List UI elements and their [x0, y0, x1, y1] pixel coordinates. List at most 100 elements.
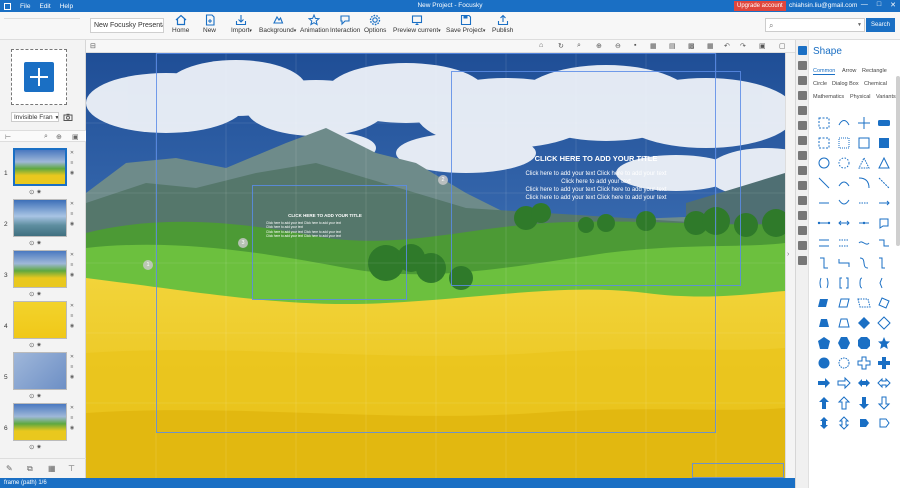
shape-item[interactable]: [837, 356, 851, 370]
shape-item[interactable]: [857, 296, 871, 310]
preview-current-button[interactable]: Preview current▾: [393, 14, 441, 34]
small-title-text[interactable]: CLICK HERE TO ADD YOUR TITLE: [266, 213, 384, 218]
shape-item[interactable]: [877, 176, 891, 190]
layers-panel-icon[interactable]: [798, 241, 807, 250]
menu-icon[interactable]: ≡: [68, 311, 76, 321]
zoom-out-icon[interactable]: ⊖: [615, 42, 621, 50]
shape-item[interactable]: [837, 296, 851, 310]
frame-3-outline[interactable]: [252, 185, 407, 300]
import-button[interactable]: Import▾: [231, 14, 252, 34]
text-icon[interactable]: [798, 76, 807, 85]
menu-icon[interactable]: ≡: [68, 209, 76, 219]
minimize-button[interactable]: —: [861, 1, 868, 9]
frame-thumbnail[interactable]: [13, 352, 67, 390]
layers-icon[interactable]: ⊟: [90, 42, 96, 50]
frame-thumbnail-row[interactable]: 2 ⊙ ✷ ✕ ≡ ◉: [0, 199, 86, 249]
shape-item[interactable]: [857, 116, 871, 130]
eye-icon[interactable]: ◉: [68, 270, 76, 280]
shape-item[interactable]: [817, 196, 831, 210]
frame-type-select[interactable]: Invisible Fran ▼: [11, 112, 59, 122]
frame-thumbnail[interactable]: [13, 250, 67, 288]
close-icon[interactable]: ✕: [68, 352, 76, 362]
frame-order-icon[interactable]: ⧉: [27, 464, 33, 474]
home-button[interactable]: Home: [172, 14, 189, 34]
frame-4-outline[interactable]: [692, 463, 784, 478]
menu-icon[interactable]: ≡: [68, 362, 76, 372]
shape-item[interactable]: [817, 236, 831, 250]
undo-icon[interactable]: ↶: [724, 42, 730, 50]
shape-item[interactable]: [877, 156, 891, 170]
shape-item[interactable]: [837, 136, 851, 150]
frame-settings-icon[interactable]: ⊙ ✷: [29, 341, 42, 349]
shape-item[interactable]: [817, 256, 831, 270]
shape-item[interactable]: [817, 316, 831, 330]
video-icon[interactable]: [798, 91, 807, 100]
close-icon[interactable]: ✕: [68, 148, 76, 158]
shape-tab-variants[interactable]: Variants: [876, 94, 896, 100]
main-body-text[interactable]: Click here to add your text Click here t…: [451, 170, 741, 202]
arrow-icon[interactable]: [798, 181, 807, 190]
fullscreen-icon[interactable]: ▢: [779, 42, 786, 50]
shape-item[interactable]: [837, 216, 851, 230]
frame-settings-icon[interactable]: ⊙ ✷: [29, 290, 42, 298]
shape-item[interactable]: [837, 116, 851, 130]
shape-item[interactable]: [857, 396, 871, 410]
frame-settings-icon[interactable]: ⊙ ✷: [29, 188, 42, 196]
shape-item[interactable]: [857, 356, 871, 370]
save-project-button[interactable]: Save Project▾: [446, 14, 485, 34]
shape-item[interactable]: [857, 216, 871, 230]
shape-item[interactable]: [877, 256, 891, 270]
add-frame-button[interactable]: [11, 49, 67, 105]
eye-icon[interactable]: ◉: [68, 372, 76, 382]
frame-settings-icon[interactable]: ⊙ ✷: [29, 443, 42, 451]
frame-badge-3[interactable]: 3: [238, 238, 248, 248]
shape-item[interactable]: [857, 416, 871, 430]
shape-item[interactable]: [817, 376, 831, 390]
cloth-icon[interactable]: [798, 211, 807, 220]
shape-item[interactable]: [877, 416, 891, 430]
shape-item[interactable]: [877, 376, 891, 390]
main-title-text[interactable]: CLICK HERE TO ADD YOUR TITLE: [451, 154, 741, 163]
frame-thumbnail[interactable]: [13, 301, 67, 339]
eye-icon[interactable]: ◉: [68, 321, 76, 331]
account-email[interactable]: chiahsin.liu@gmail.com: [789, 2, 857, 9]
new-button[interactable]: New: [203, 14, 216, 34]
shape-item[interactable]: [877, 296, 891, 310]
shape-tab-mathematics[interactable]: Mathematics: [813, 94, 844, 100]
search-button[interactable]: Search: [866, 18, 895, 32]
frame-badge-2[interactable]: 2: [438, 175, 448, 185]
align-left-icon[interactable]: ⊢: [5, 133, 11, 141]
menu-icon[interactable]: ≡: [68, 260, 76, 270]
collapse-panel-icon[interactable]: ›: [787, 251, 789, 258]
shape-panel-scrollbar[interactable]: [896, 76, 900, 246]
shape-item[interactable]: [857, 256, 871, 270]
zoom-in-icon[interactable]: ⊕: [596, 42, 602, 50]
shape-item[interactable]: [877, 116, 891, 130]
stack-icon[interactable]: [798, 256, 807, 265]
close-icon[interactable]: ✕: [68, 403, 76, 413]
frame-thumbnail-row[interactable]: 5 ⊙ ✷ ✕ ≡ ◉: [0, 352, 86, 402]
shape-item[interactable]: [817, 336, 831, 350]
shape-item[interactable]: [857, 196, 871, 210]
home-view-icon[interactable]: ⌂: [539, 42, 543, 49]
shape-item[interactable]: [877, 196, 891, 210]
shape-item[interactable]: [837, 336, 851, 350]
lock-icon[interactable]: ▪: [634, 42, 636, 49]
shape-item[interactable]: [857, 376, 871, 390]
shape-item[interactable]: [837, 156, 851, 170]
eye-icon[interactable]: ◉: [68, 219, 76, 229]
align-icon[interactable]: ▤: [669, 42, 676, 50]
interaction-button[interactable]: Interaction: [330, 14, 360, 34]
shape-item[interactable]: [837, 316, 851, 330]
close-icon[interactable]: ✕: [68, 199, 76, 209]
canvas-area[interactable]: CLICK HERE TO ADD YOUR TITLE Click here …: [86, 53, 785, 478]
shape-item[interactable]: [817, 276, 831, 290]
frame-thumbnail[interactable]: [13, 199, 67, 237]
shape-item[interactable]: [877, 356, 891, 370]
shape-item[interactable]: [837, 416, 851, 430]
chart-icon[interactable]: [798, 121, 807, 130]
link-icon[interactable]: [798, 151, 807, 160]
shape-tab-icon[interactable]: [798, 46, 807, 55]
compass-icon[interactable]: [798, 196, 807, 205]
shape-tab-chemical[interactable]: Chemical: [864, 81, 887, 87]
